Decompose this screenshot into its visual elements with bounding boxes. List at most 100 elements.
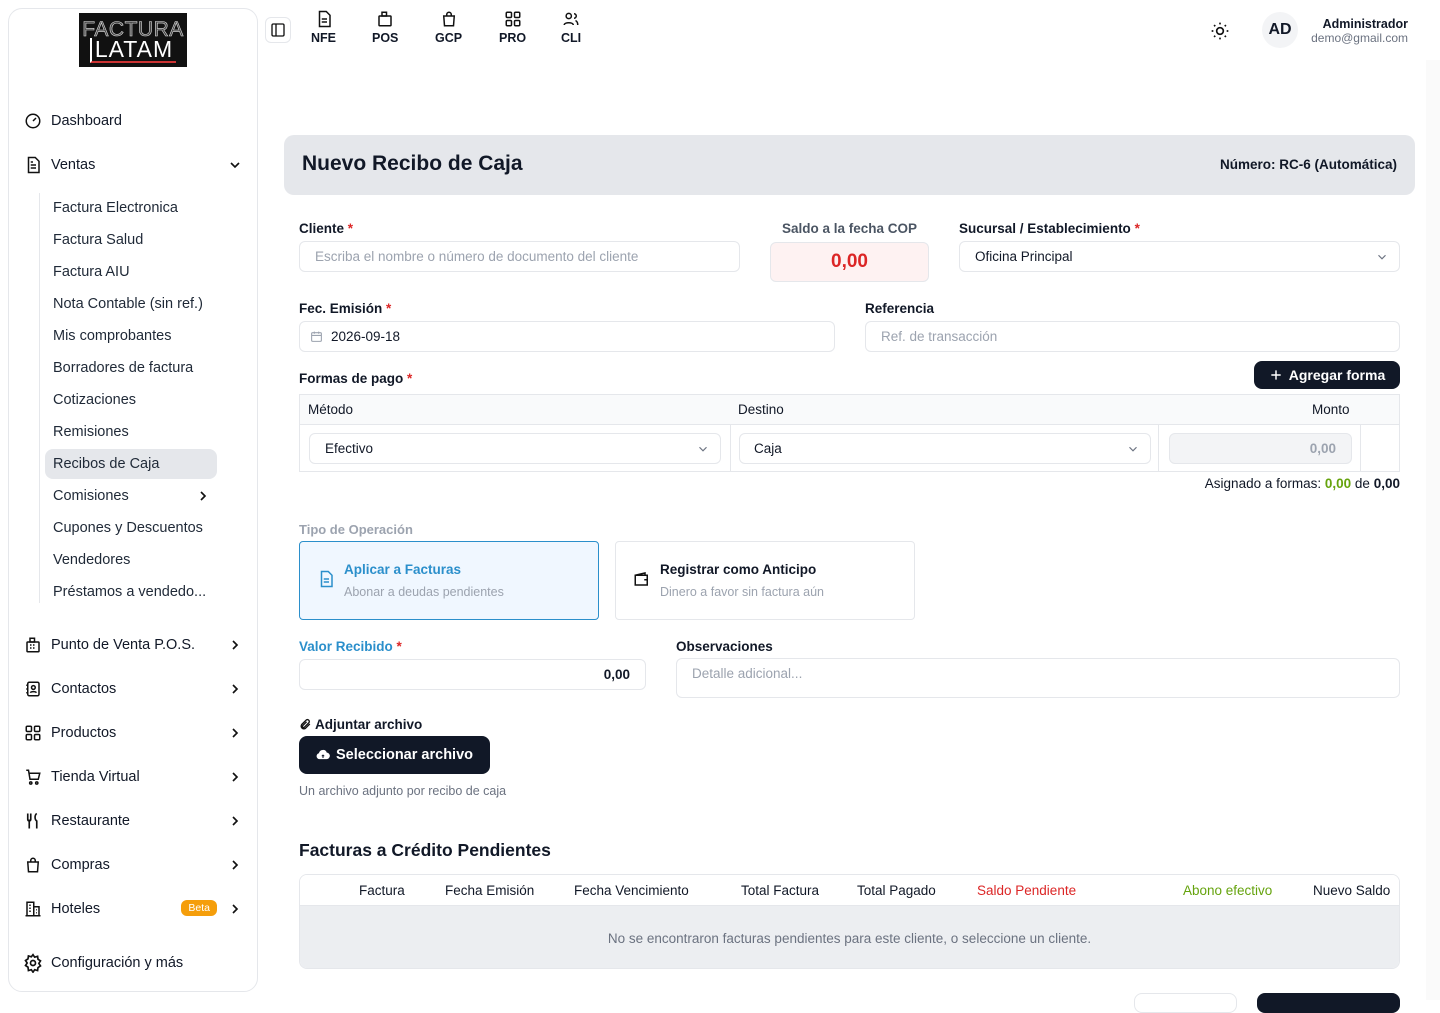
column-header: Monto: [1312, 402, 1350, 417]
submenu-item[interactable]: Mis comprobantes: [45, 321, 217, 351]
sidebar-item-contactos[interactable]: Contactos: [23, 673, 249, 705]
cloud-upload-icon: [316, 749, 330, 760]
submenu-item[interactable]: Préstamos a vendedo...: [45, 577, 217, 607]
chevron-right-icon: [232, 684, 239, 694]
submenu-item-active[interactable]: Recibos de Caja: [45, 449, 217, 479]
submenu-item-comisiones[interactable]: Comisiones: [45, 481, 217, 511]
submenu-item[interactable]: Factura AIU: [45, 257, 217, 287]
avatar[interactable]: AD: [1262, 12, 1298, 48]
column-header: Destino: [738, 402, 784, 417]
save-button[interactable]: [1257, 993, 1400, 1013]
sidebar-item-label: Productos: [51, 725, 117, 741]
sidebar-item-productos[interactable]: Productos: [23, 717, 249, 749]
sidebar-item-tienda[interactable]: Tienda Virtual: [23, 761, 249, 793]
submenu-item[interactable]: Remisiones: [45, 417, 217, 447]
observaciones-textarea[interactable]: Detalle adicional...: [676, 658, 1400, 698]
submenu-item[interactable]: Vendedores: [45, 545, 217, 575]
sidebar-item-compras[interactable]: Compras: [23, 849, 249, 881]
sidebar-item-pos[interactable]: Punto de Venta P.O.S.: [23, 629, 249, 661]
sidebar-item-label: Punto de Venta P.O.S.: [51, 637, 196, 653]
topnav-pos[interactable]: POS: [372, 10, 398, 45]
topnav-pro[interactable]: PRO: [499, 10, 526, 45]
plus-icon: [1271, 370, 1281, 380]
required-mark: *: [347, 221, 354, 236]
topnav-cli[interactable]: CLI: [561, 10, 581, 45]
chevron-right-icon: [232, 772, 239, 782]
option-registrar-anticipo[interactable]: Registrar como Anticipo Dinero a favor s…: [615, 541, 915, 620]
wallet-icon: [634, 572, 648, 586]
required-mark: *: [407, 371, 413, 386]
topnav-nfe[interactable]: NFE: [311, 10, 336, 45]
sidebar-item-label: Restaurante: [51, 813, 130, 829]
submenu-item[interactable]: Cotizaciones: [45, 385, 217, 415]
utensils-icon: [23, 811, 43, 831]
chevron-right-icon: [232, 640, 239, 650]
label-text: Fec. Emisión: [299, 301, 383, 316]
valor-label: Valor Recibido *: [299, 639, 402, 654]
shopping-bag-icon: [442, 11, 455, 27]
column-divider: [730, 425, 731, 472]
topnav-gcp[interactable]: GCP: [435, 10, 462, 45]
chevron-down-icon: [230, 162, 240, 169]
asignado-summary: Asignado a formas: 0,00 de 0,00: [1100, 476, 1400, 491]
chevron-right-icon: [232, 904, 239, 914]
sidebar-item-dashboard[interactable]: Dashboard: [23, 105, 249, 137]
monto-input[interactable]: 0,00: [1169, 433, 1352, 464]
sidebar-item-restaurante[interactable]: Restaurante: [23, 805, 249, 837]
topnav-label: PRO: [499, 31, 527, 45]
sucursal-label: Sucursal / Establecimiento *: [959, 221, 1140, 236]
submenu-item[interactable]: Borradores de factura: [45, 353, 217, 383]
select-file-button[interactable]: Seleccionar archivo: [299, 736, 490, 774]
valor-input[interactable]: 0,00: [299, 659, 646, 690]
add-payment-button[interactable]: Agregar forma: [1254, 361, 1400, 389]
grid-icon: [23, 723, 43, 743]
label-text: Adjuntar archivo: [315, 717, 423, 732]
referencia-input[interactable]: Ref. de transacción: [865, 321, 1400, 352]
hotel-icon: [23, 899, 43, 919]
button-label: Agregar forma: [1288, 367, 1386, 383]
fecha-label: Fec. Emisión *: [299, 301, 391, 316]
cliente-label: Cliente *: [299, 221, 353, 236]
payment-table: Método Destino Monto Efectivo Caja 0,00: [299, 394, 1400, 472]
column-header: Nuevo Saldo: [1313, 883, 1391, 898]
sun-icon: [1211, 22, 1229, 40]
sidebar-item-configuracion[interactable]: Configuración y más: [23, 947, 249, 979]
cliente-input[interactable]: Escriba el nombre o número de documento …: [299, 241, 740, 272]
grid-icon: [505, 11, 521, 27]
theme-toggle-button[interactable]: [1207, 18, 1233, 44]
column-header: Fecha Emisión: [445, 883, 535, 898]
page-title: Nuevo Recibo de Caja: [302, 152, 523, 175]
option-aplicar-facturas[interactable]: Aplicar a Facturas Abonar a deudas pendi…: [299, 541, 599, 620]
submenu-item[interactable]: Cupones y Descuentos: [45, 513, 217, 543]
submenu-item[interactable]: Nota Contable (sin ref.): [45, 289, 217, 319]
empty-state: No se encontraron facturas pendientes pa…: [300, 906, 1399, 968]
fecha-input[interactable]: 2026-09-18: [299, 321, 835, 352]
sidebar-toggle-button[interactable]: [265, 17, 291, 43]
chevron-right-icon: [232, 816, 239, 826]
user-email: demo@gmail.com: [1311, 31, 1408, 45]
sidebar: FACTURA LATAM Dashboard Ventas Factura E…: [8, 8, 258, 992]
metodo-select[interactable]: Efectivo: [309, 433, 721, 464]
sucursal-select[interactable]: Oficina Principal: [959, 241, 1400, 272]
sidebar-item-hoteles[interactable]: Hoteles Beta: [23, 893, 249, 925]
destino-select[interactable]: Caja: [739, 433, 1151, 464]
column-divider: [1158, 425, 1159, 472]
asignado-connector: de: [1354, 476, 1370, 491]
submenu-item[interactable]: Factura Salud: [45, 225, 217, 255]
metodo-value: Efectivo: [325, 441, 374, 456]
brand-logo[interactable]: FACTURA LATAM: [79, 13, 187, 67]
column-divider: [1360, 425, 1361, 472]
cancel-button[interactable]: [1134, 993, 1237, 1013]
file-text-icon: [318, 10, 331, 28]
scrollbar-track[interactable]: [1426, 60, 1440, 1000]
submenu-guide: [39, 193, 40, 603]
sidebar-item-ventas[interactable]: Ventas: [23, 149, 249, 181]
operacion-label: Tipo de Operación: [299, 522, 413, 537]
creditos-title: Facturas a Crédito Pendientes: [299, 840, 551, 860]
topnav-label: CLI: [561, 31, 582, 45]
creditos-table: Factura Fecha Emisión Fecha Vencimiento …: [299, 874, 1400, 969]
column-header: Fecha Vencimiento: [574, 883, 689, 898]
chevron-right-icon: [232, 728, 239, 738]
asignado-total: 0,00: [1373, 476, 1400, 491]
submenu-item[interactable]: Factura Electronica: [45, 193, 217, 223]
